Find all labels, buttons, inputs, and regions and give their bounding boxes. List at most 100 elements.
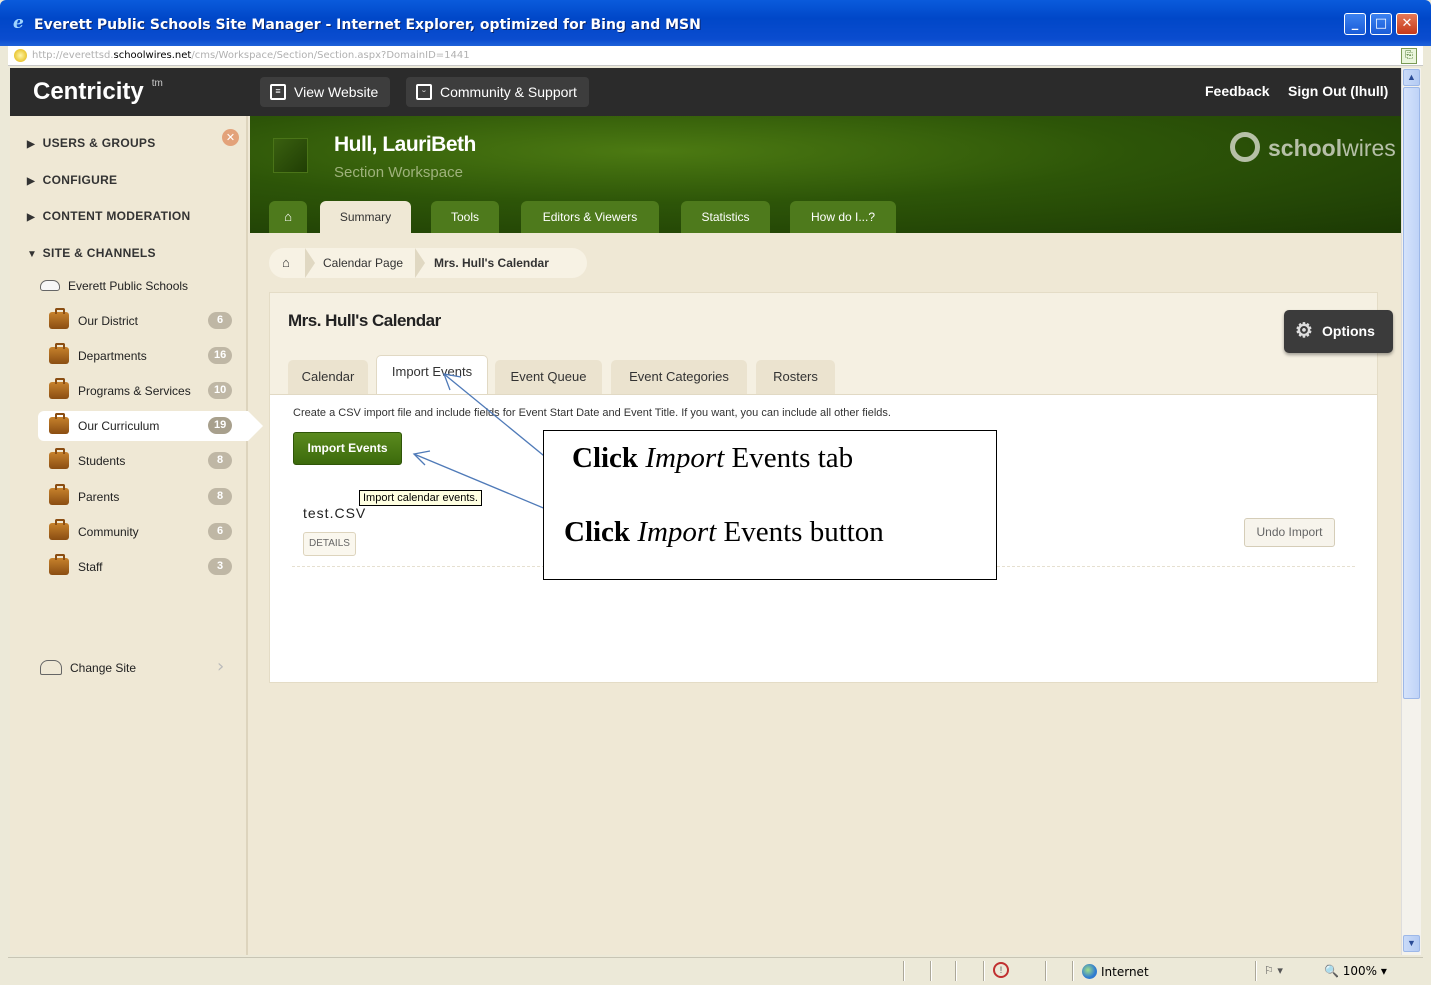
briefcase-icon [49, 378, 69, 399]
status-divider [903, 961, 905, 981]
address-url[interactable]: http://everettsd.schoolwires.net/cms/Wor… [32, 50, 470, 61]
channel-count-badge: 3 [208, 558, 232, 575]
channel-departments[interactable]: Departments 16 [38, 341, 248, 371]
expand-arrow-icon: ▶ [27, 212, 35, 223]
feedback-link[interactable]: Feedback [1205, 83, 1270, 99]
sign-out-link[interactable]: Sign Out (lhull) [1288, 83, 1388, 99]
chevron-right-icon[interactable]: › [217, 656, 224, 677]
page-status-icon [14, 49, 27, 62]
breadcrumb-current-page: Mrs. Hull's Calendar [434, 256, 549, 270]
status-divider [1072, 961, 1074, 981]
channel-count-badge: 16 [208, 347, 233, 364]
channel-count-badge: 10 [208, 382, 233, 399]
details-button[interactable]: DETAILS [303, 532, 356, 556]
channel-students[interactable]: Students 8 [38, 446, 248, 476]
tab-event-categories[interactable]: Event Categories [611, 360, 747, 395]
import-tooltip: Import calendar events. [359, 490, 482, 506]
close-window-button[interactable]: ✕ [1396, 13, 1418, 35]
channel-community[interactable]: Community 6 [38, 517, 248, 547]
scroll-thumb[interactable] [1403, 87, 1420, 699]
nav-configure[interactable]: ▶ CONFIGURE [27, 173, 117, 187]
title-bar: e Everett Public Schools Site Manager - … [0, 0, 1431, 46]
community-support-button[interactable]: ᵕ Community & Support [406, 77, 589, 107]
cloud-icon [40, 280, 60, 291]
import-events-button[interactable]: Import Events [293, 432, 402, 465]
status-divider [983, 961, 985, 981]
channel-count-badge: 6 [208, 523, 232, 540]
breadcrumb-separator [305, 248, 315, 278]
breadcrumb-home-icon[interactable]: ⌂ [282, 248, 290, 278]
status-divider [1255, 961, 1257, 981]
status-divider [955, 961, 957, 981]
expand-arrow-icon: ▶ [27, 176, 35, 187]
change-site-link[interactable]: Change Site [40, 660, 136, 675]
security-zone[interactable]: Internet [1082, 964, 1149, 979]
undo-import-button[interactable]: Undo Import [1244, 518, 1335, 547]
nav-content-moderation[interactable]: ▶ CONTENT MODERATION [27, 209, 190, 223]
collapse-arrow-icon: ▼ [27, 249, 38, 260]
maximize-button[interactable]: □ [1370, 13, 1392, 35]
compatibility-icon[interactable]: ⎘ [1401, 48, 1417, 64]
scroll-up-icon[interactable]: ▲ [1403, 69, 1420, 86]
status-divider [1045, 961, 1047, 981]
address-strip[interactable]: http://everettsd.schoolwires.net/cms/Wor… [8, 46, 1423, 66]
briefcase-icon [49, 448, 69, 469]
channel-our-curriculum[interactable]: Our Curriculum 19 [38, 411, 263, 441]
browser-window: e Everett Public Schools Site Manager - … [0, 0, 1431, 985]
page-icon: ≡ [270, 84, 286, 100]
import-instructions: Create a CSV import file and include fie… [293, 407, 891, 419]
page-content: Centricity tm ≡ View Website ᵕ Community … [10, 68, 1401, 955]
globe-icon [1082, 964, 1097, 979]
briefcase-icon [49, 519, 69, 540]
tab-event-queue[interactable]: Event Queue [495, 360, 602, 395]
status-divider [930, 961, 932, 981]
zoom-level[interactable]: 🔍 100% ▾ [1324, 964, 1387, 978]
close-sidebar-icon[interactable]: ✕ [222, 129, 239, 146]
nav-site-channels[interactable]: ▼ SITE & CHANNELS [27, 246, 156, 260]
tab-tools[interactable]: Tools [431, 201, 499, 233]
tab-editors-viewers[interactable]: Editors & Viewers [521, 201, 659, 233]
status-bar: ! Internet ⚐ ▾ 🔍 100% ▾ [8, 957, 1423, 985]
view-website-button[interactable]: ≡ View Website [260, 77, 391, 107]
section-header: Hull, LauriBeth Section Workspace school… [250, 116, 1401, 233]
imported-file-name: test.CSV [303, 505, 367, 521]
channel-count-badge: 6 [208, 312, 232, 329]
tab-workspace-home[interactable]: ⌂ [269, 201, 307, 233]
tab-rosters[interactable]: Rosters [756, 360, 835, 395]
briefcase-icon [49, 308, 69, 329]
briefcase-icon [49, 484, 69, 505]
smiley-icon: ᵕ [416, 84, 432, 100]
section-icon [273, 138, 308, 173]
annotation-line-tab: Click Import Events tab [572, 442, 854, 474]
home-icon: ⌂ [284, 209, 292, 224]
channel-parents[interactable]: Parents 8 [38, 482, 248, 512]
channel-our-district[interactable]: Our District 6 [38, 306, 248, 336]
vertical-scrollbar[interactable]: ▲ ▼ [1401, 68, 1421, 955]
briefcase-icon [49, 413, 69, 434]
gear-icon: ⚙ [1295, 320, 1313, 342]
protected-mode-icon[interactable]: ⚐ ▾ [1264, 964, 1283, 977]
window-title: Everett Public Schools Site Manager - In… [34, 17, 701, 33]
channel-programs-services[interactable]: Programs & Services 10 [38, 376, 248, 406]
tab-calendar[interactable]: Calendar [288, 360, 368, 395]
channel-count-badge: 8 [208, 452, 232, 469]
expand-arrow-icon: ▶ [27, 139, 35, 150]
internet-explorer-icon: e [13, 13, 24, 33]
page-title: Mrs. Hull's Calendar [288, 311, 441, 330]
popup-blocked-icon[interactable]: ! [993, 962, 1009, 978]
scroll-down-icon[interactable]: ▼ [1403, 935, 1420, 952]
breadcrumb: ⌂ Calendar Page Mrs. Hull's Calendar [269, 248, 587, 278]
centricity-logo[interactable]: Centricity tm [33, 78, 163, 106]
tab-import-events[interactable]: Import Events [376, 355, 488, 395]
tab-how-do-i[interactable]: How do I...? [790, 201, 896, 233]
tab-summary[interactable]: Summary [320, 201, 411, 233]
channel-staff[interactable]: Staff 3 [38, 552, 248, 582]
briefcase-icon [49, 554, 69, 575]
tab-statistics[interactable]: Statistics [681, 201, 770, 233]
site-root-everett[interactable]: Everett Public Schools [40, 279, 188, 293]
breadcrumb-calendar-page[interactable]: Calendar Page [323, 248, 403, 278]
minimize-button[interactable]: _ [1344, 13, 1366, 35]
nav-users-groups[interactable]: ▶ USERS & GROUPS [27, 136, 156, 150]
options-button[interactable]: ⚙ Options [1284, 310, 1393, 353]
section-owner-name: Hull, LauriBeth [334, 133, 476, 156]
